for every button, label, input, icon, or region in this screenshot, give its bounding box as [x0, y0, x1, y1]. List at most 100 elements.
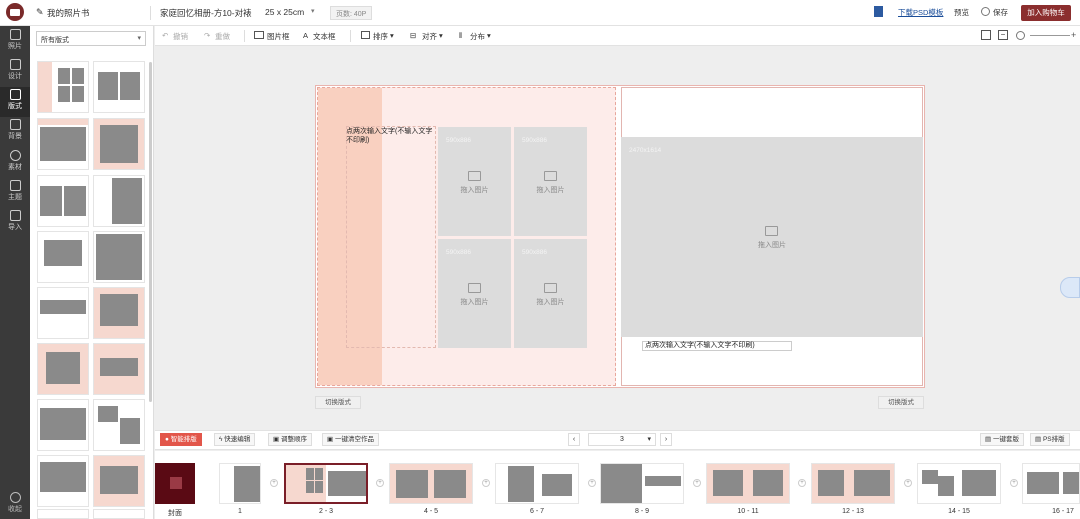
panel-scrollbar[interactable]	[149, 62, 152, 402]
layout-thumb[interactable]	[93, 399, 145, 451]
layout-thumb[interactable]	[37, 399, 89, 451]
nav-layout[interactable]: 版式	[0, 87, 30, 117]
chevron-down-icon[interactable]: ▾	[439, 31, 443, 40]
image-icon	[544, 283, 557, 293]
nav-material[interactable]: 素材	[0, 148, 30, 178]
layout-thumb[interactable]	[93, 509, 145, 519]
layout-thumb[interactable]	[37, 509, 89, 519]
ps-layout-button[interactable]: ▤ PS排版	[1030, 433, 1070, 446]
layout-thumb[interactable]	[37, 455, 89, 507]
layout-thumb[interactable]	[93, 118, 145, 170]
chevron-left-icon	[9, 492, 21, 503]
add-page-icon[interactable]: +	[482, 479, 490, 487]
photo-size: 590x886	[522, 137, 547, 144]
collapse-button[interactable]: 收起	[0, 492, 30, 514]
add-page-icon[interactable]: +	[904, 479, 912, 487]
layout-thumb[interactable]	[37, 343, 89, 395]
filmstrip-spread[interactable]	[600, 463, 684, 504]
layout-thumb[interactable]	[93, 287, 145, 339]
filmstrip-label: 封面	[168, 510, 182, 517]
layout-thumb[interactable]	[93, 231, 145, 283]
filmstrip-cover[interactable]	[155, 463, 195, 504]
photo-frame-button[interactable]: 图片框	[267, 31, 290, 42]
my-book-link[interactable]: 我的照片书	[47, 7, 90, 19]
zoom-slider-track[interactable]	[1030, 35, 1070, 36]
layout-thumb[interactable]	[93, 175, 145, 227]
fit-screen-icon[interactable]	[981, 30, 991, 40]
add-page-icon[interactable]: +	[270, 479, 278, 487]
next-page-button[interactable]: ›	[660, 433, 672, 446]
layout-thumb[interactable]	[37, 61, 89, 113]
layout-thumb[interactable]	[37, 175, 89, 227]
quick-edit-button[interactable]: ϟ 快速编辑	[214, 433, 256, 446]
add-page-icon[interactable]: +	[798, 479, 806, 487]
chevron-down-icon[interactable]: ▾	[311, 7, 315, 15]
left-text-area[interactable]	[346, 126, 436, 348]
photo-drop-label: 拖入图片	[758, 242, 786, 249]
chevron-down-icon[interactable]: ▾	[390, 31, 394, 40]
preview-button[interactable]: 预览	[954, 7, 969, 18]
filmstrip-spread[interactable]	[706, 463, 790, 504]
photo-slot-large[interactable]: 2470x1614 拖入图片	[621, 137, 923, 337]
add-to-cart-button[interactable]: 加入购物车	[1021, 5, 1071, 21]
filmstrip-spread[interactable]	[917, 463, 1001, 504]
photo-drop-label: 拖入图片	[460, 187, 489, 194]
filmstrip-label: 10 - 11	[737, 508, 759, 515]
distribute-menu[interactable]: 分布	[470, 31, 485, 42]
add-page-icon[interactable]: +	[693, 479, 701, 487]
filmstrip-spread[interactable]	[811, 463, 895, 504]
download-psd-link[interactable]: 下载PSD模板	[898, 7, 943, 18]
photo-slot[interactable]: 590x886 拖入图片	[514, 127, 587, 236]
switch-layout-left-button[interactable]: 切换版式	[315, 396, 361, 409]
arrange-menu[interactable]: 排序	[373, 31, 388, 42]
edit-icon[interactable]: ✎	[36, 7, 44, 18]
ps-layout-label: PS排版	[1042, 436, 1065, 443]
adjust-order-button[interactable]: ▣ 调整顺序	[268, 433, 312, 446]
nav-photos[interactable]: 照片	[0, 27, 30, 57]
one-key-template-button[interactable]: ▤ 一键套版	[980, 433, 1024, 446]
text-box-button[interactable]: 文本框	[313, 31, 336, 42]
zoom-slider-handle[interactable]	[1016, 31, 1025, 40]
filmstrip-spread-active[interactable]	[284, 463, 368, 504]
app-logo[interactable]	[6, 3, 24, 21]
nav-import[interactable]: 导入	[0, 208, 30, 238]
smart-layout-button[interactable]: ● 智能排版	[160, 433, 202, 446]
layout-thumb[interactable]	[37, 287, 89, 339]
photo-slot[interactable]: 590x886 拖入图片	[438, 127, 511, 236]
zoom-in-icon[interactable]: +	[1071, 30, 1076, 40]
prev-page-button[interactable]: ‹	[568, 433, 580, 446]
layout-filter-select[interactable]: 所有版式	[36, 31, 146, 46]
photo-slot[interactable]: 590x886 拖入图片	[514, 239, 587, 348]
book-size-select[interactable]: 25 x 25cm	[265, 7, 304, 17]
chevron-down-icon[interactable]: ▾	[487, 31, 491, 40]
layout-thumb[interactable]	[93, 343, 145, 395]
filmstrip-spread[interactable]	[495, 463, 579, 504]
save-button[interactable]: 保存	[993, 7, 1008, 18]
nav-theme[interactable]: 主题	[0, 178, 30, 208]
layout-thumb[interactable]	[37, 231, 89, 283]
layout-thumb[interactable]	[37, 118, 89, 170]
undo-button[interactable]: 撤销	[173, 31, 188, 42]
filmstrip-label: 1	[238, 508, 242, 515]
nav-background[interactable]: 背景	[0, 117, 30, 147]
add-page-icon[interactable]: +	[1010, 479, 1018, 487]
add-page-icon[interactable]: +	[588, 479, 596, 487]
photo-slot[interactable]: 590x886 拖入图片	[438, 239, 511, 348]
help-icon[interactable]	[1060, 277, 1080, 298]
switch-layout-right-button[interactable]: 切换版式	[878, 396, 924, 409]
filmstrip-page[interactable]	[219, 463, 261, 504]
layout-thumb[interactable]	[93, 61, 145, 113]
align-menu[interactable]: 对齐	[422, 31, 437, 42]
right-text-box[interactable]: 点两次输入文字(不输入文字不印刷)	[642, 341, 792, 351]
filmstrip-spread[interactable]	[389, 463, 473, 504]
chevron-down-icon: ▾	[647, 436, 651, 443]
layout-thumb[interactable]	[93, 455, 145, 507]
clear-all-button[interactable]: ▣ 一键清空作品	[322, 433, 379, 446]
redo-button[interactable]: 重做	[215, 31, 230, 42]
page-select[interactable]: 3 ▾	[588, 433, 656, 446]
zoom-out-icon[interactable]: −	[998, 30, 1008, 40]
filmstrip-spread[interactable]	[1022, 463, 1080, 504]
add-page-icon[interactable]: +	[376, 479, 384, 487]
nav-design[interactable]: 设计	[0, 57, 30, 87]
divider	[150, 6, 151, 20]
